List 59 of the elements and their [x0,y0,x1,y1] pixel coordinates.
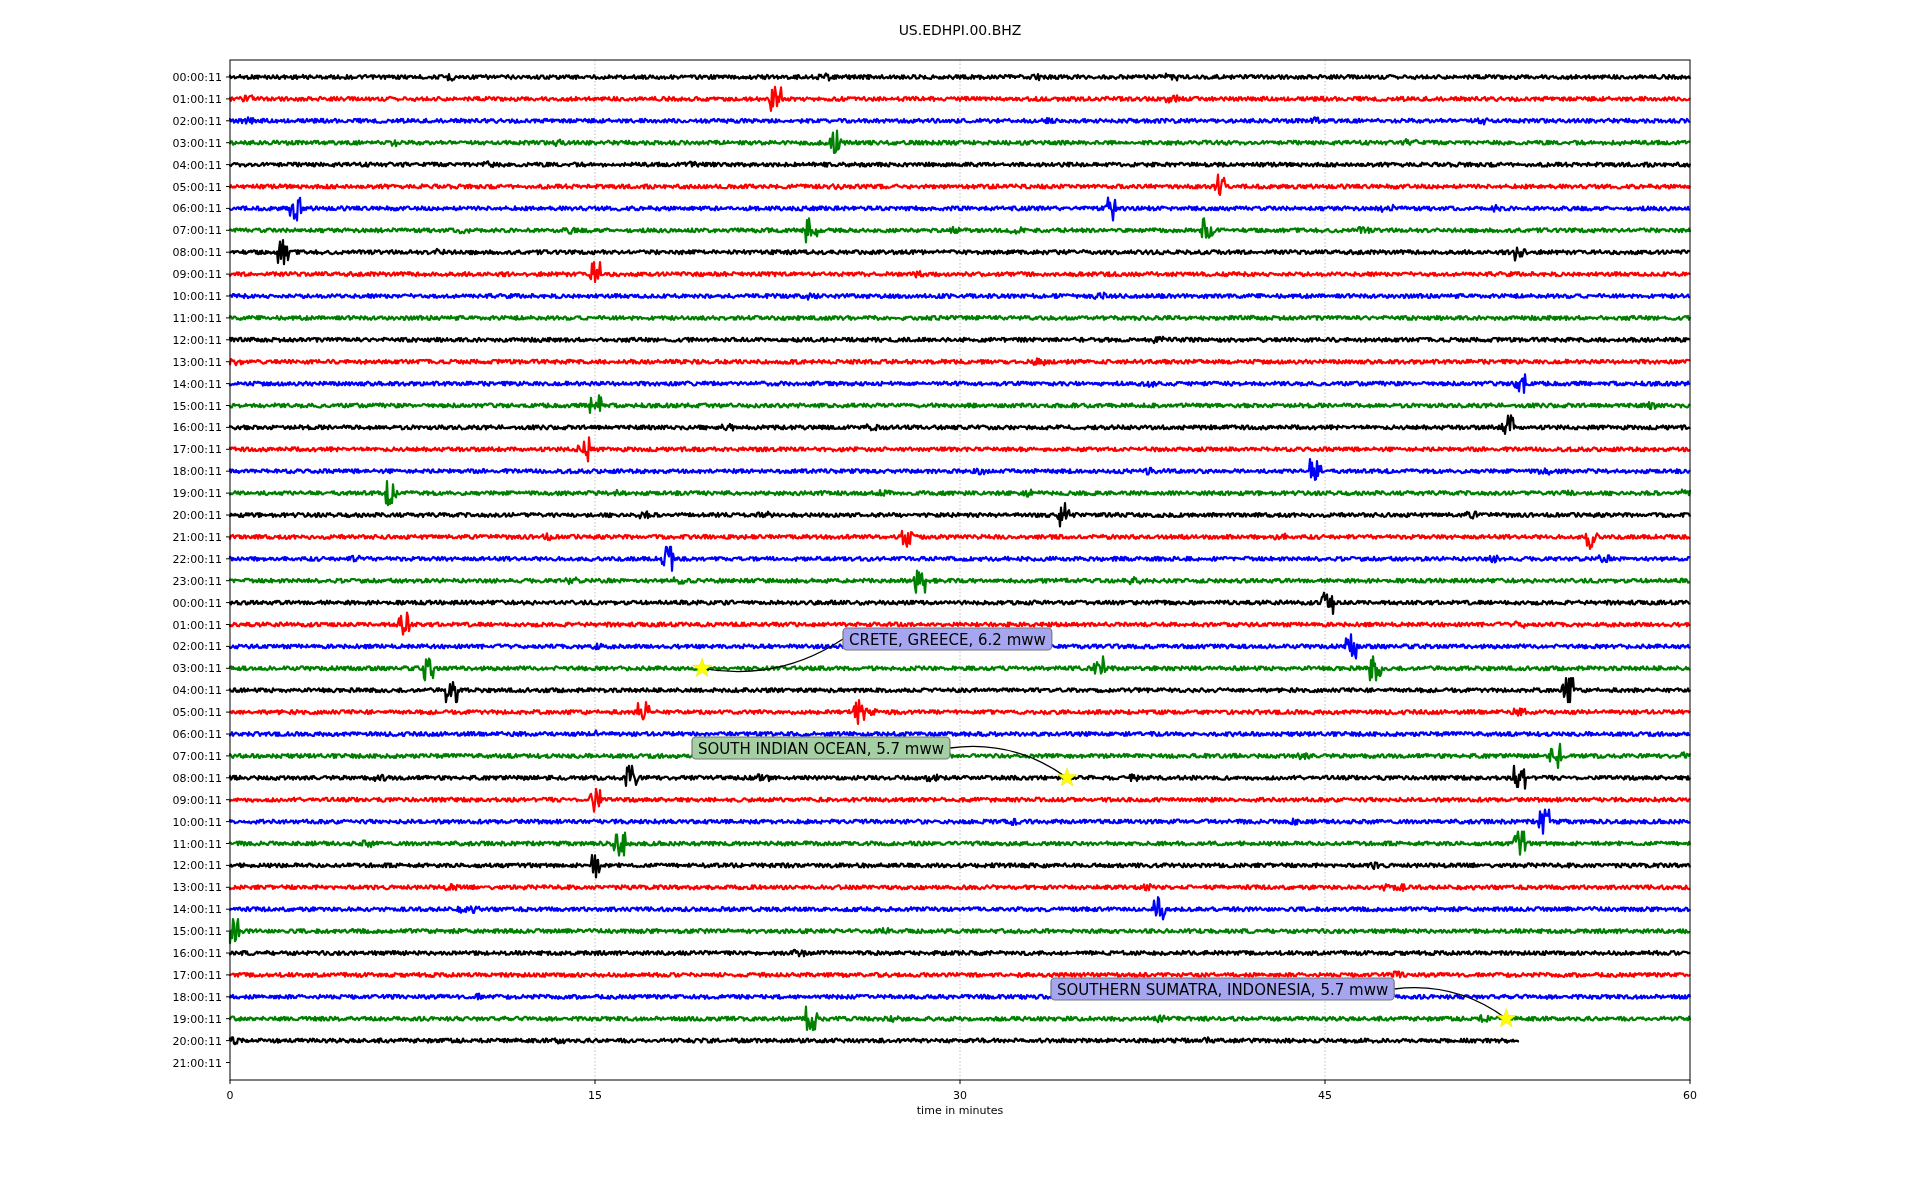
axis-label: time in minutes [916,1104,1004,1117]
time-tick-label: 14:00:11 [172,903,222,917]
time-tick-label: 23:00:11 [172,574,222,588]
event-annotation: CRETE, GREECE, 6.2 mww [849,630,1046,649]
time-tick-label: 19:00:11 [172,1012,222,1026]
time-tick-label: 60 [1683,1089,1697,1102]
time-tick-label: 09:00:11 [172,268,222,282]
time-tick-label: 45 [1318,1089,1332,1102]
time-tick-label: 13:00:11 [172,881,222,895]
time-tick-label: 20:00:11 [172,1034,222,1048]
time-tick-label: 03:00:11 [172,136,222,150]
time-tick-label: 15 [588,1089,602,1102]
event-annotation: SOUTHERN SUMATRA, INDONESIA, 5.7 mww [1057,980,1389,999]
time-tick-label: 05:00:11 [172,706,222,720]
time-tick-label: 07:00:11 [172,749,222,763]
time-tick-label: 19:00:11 [172,487,222,501]
time-tick-label: 08:00:11 [172,771,222,785]
time-tick-label: 14:00:11 [172,377,222,391]
time-tick-label: 10:00:11 [172,815,222,829]
time-tick-label: 04:00:11 [172,158,222,172]
time-tick-label: 22:00:11 [172,552,222,566]
time-tick-label: 04:00:11 [172,684,222,698]
time-tick-label: 02:00:11 [172,640,222,654]
plot-title: US.EDHPI.00.BHZ [898,22,1022,38]
time-tick-label: 06:00:11 [172,202,222,216]
time-tick-label: 30 [953,1089,967,1102]
time-tick-label: 08:00:11 [172,246,222,260]
time-tick-label: 0 [226,1089,234,1102]
time-tick-label: 15:00:11 [172,925,222,939]
star-marker [692,658,712,677]
time-tick-label: 17:00:11 [172,443,222,457]
time-tick-label: 02:00:11 [172,114,222,128]
time-tick-label: 21:00:11 [172,1056,222,1070]
time-tick-label: 20:00:11 [172,509,222,522]
time-tick-label: 06:00:11 [172,728,222,741]
time-tick-label: 17:00:11 [172,968,222,982]
time-tick-label: 12:00:11 [172,859,222,873]
time-tick-label: 03:00:11 [172,662,222,676]
time-tick-label: 15:00:11 [172,399,222,413]
time-tick-label: 00:00:11 [172,596,222,610]
time-tick-label: 16:00:11 [172,947,222,960]
time-tick-label: 01:00:11 [172,618,222,632]
time-tick-label: 00:00:11 [172,71,222,84]
time-tick-label: 11:00:11 [172,311,222,325]
star-marker [1057,767,1077,787]
time-tick-label: 13:00:11 [172,355,222,369]
time-tick-label: 09:00:11 [172,793,222,807]
event-annotation: SOUTH INDIAN OCEAN, 5.7 mww [698,739,944,758]
time-tick-label: 12:00:11 [172,333,222,347]
time-tick-label: 18:00:11 [172,465,222,479]
time-tick-label: 16:00:11 [172,421,222,435]
time-tick-label: 21:00:11 [172,530,222,544]
time-tick-label: 01:00:11 [172,92,222,106]
time-tick-label: 10:00:11 [172,290,222,303]
time-tick-label: 18:00:11 [172,990,222,1004]
time-tick-label: 11:00:11 [172,837,222,851]
star-marker [1496,1008,1517,1028]
time-tick-label: 07:00:11 [172,224,222,238]
time-tick-label: 05:00:11 [172,180,222,194]
